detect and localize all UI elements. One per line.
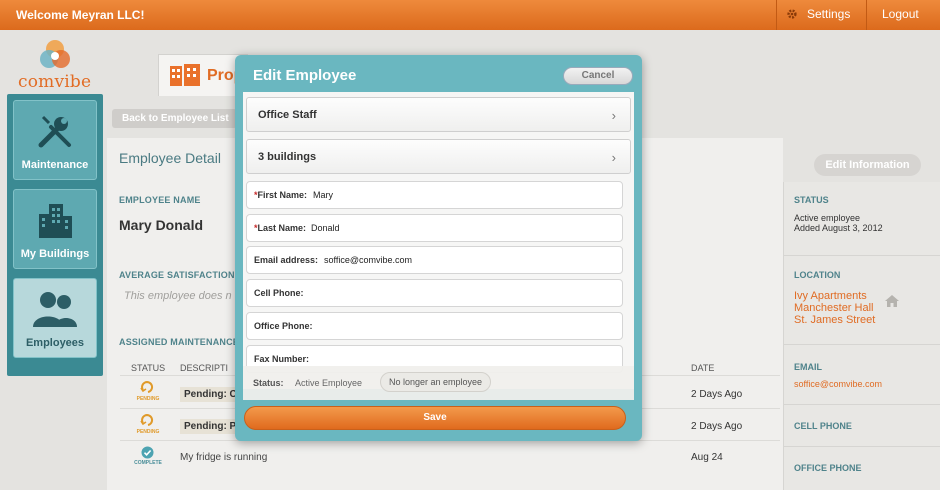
back-to-employee-list-button[interactable]: Back to Employee List bbox=[112, 109, 237, 128]
chevron-right-icon: › bbox=[611, 108, 616, 123]
settings-label: Settings bbox=[807, 7, 851, 21]
column-status: STATUS bbox=[131, 363, 166, 373]
logo-mark-icon bbox=[40, 40, 70, 68]
employee-name: Mary Donald bbox=[119, 217, 204, 233]
location-label: LOCATION bbox=[794, 270, 841, 280]
pending-icon bbox=[140, 414, 154, 426]
table-row-date: Aug 24 bbox=[691, 452, 723, 463]
settings-link[interactable]: Settings bbox=[786, 7, 850, 21]
complete-check-icon bbox=[141, 446, 154, 459]
last-name-field[interactable]: *Last Name: Donald bbox=[246, 214, 623, 242]
page-title: Employee Detail bbox=[119, 150, 221, 166]
buildings-selector[interactable]: 3 buildings › bbox=[246, 139, 631, 174]
sidebar-item-employees[interactable]: Employees bbox=[13, 278, 97, 358]
edit-employee-modal: Edit Employee Cancel Office Staff › 3 bu… bbox=[235, 55, 642, 441]
sidebar-item-label: Employees bbox=[25, 337, 85, 349]
status-value: Active Employee bbox=[295, 378, 363, 388]
assigned-maintenance-label: ASSIGNED MAINTENANCE I bbox=[119, 337, 245, 347]
role-value: Office Staff bbox=[258, 109, 317, 121]
email-label: EMAIL bbox=[794, 362, 822, 372]
status-value: Active employee bbox=[794, 213, 861, 223]
table-row-date: 2 Days Ago bbox=[691, 389, 743, 400]
buildings-value: 3 buildings bbox=[258, 151, 317, 163]
email-link[interactable]: soffice@comvibe.com bbox=[794, 379, 882, 389]
save-button[interactable]: Save bbox=[244, 406, 626, 430]
no-longer-employee-button[interactable]: No longer an employee bbox=[380, 372, 492, 392]
location-link[interactable]: Ivy Apartments bbox=[794, 290, 867, 302]
status-badge: PENDING bbox=[136, 396, 160, 402]
sidebar-item-label: Maintenance bbox=[21, 159, 89, 171]
edit-information-button[interactable]: Edit Information bbox=[814, 154, 921, 176]
cell-phone-label: CELL PHONE bbox=[794, 421, 852, 431]
last-name-label: *Last Name: bbox=[254, 223, 307, 233]
gear-icon bbox=[787, 9, 797, 19]
comvibe-logo[interactable]: comvibe bbox=[18, 38, 92, 94]
email-field[interactable]: Email address: soffice@comvibe.com bbox=[246, 246, 623, 274]
logout-link[interactable]: Logout bbox=[882, 7, 919, 21]
office-phone-field[interactable]: Office Phone: bbox=[246, 312, 623, 340]
status-label: Status: bbox=[253, 378, 284, 388]
logo-word: comvibe bbox=[18, 72, 92, 92]
divider bbox=[784, 344, 940, 345]
location-link[interactable]: St. James Street bbox=[794, 314, 875, 326]
cancel-button[interactable]: Cancel bbox=[563, 67, 633, 85]
column-date: DATE bbox=[691, 363, 715, 373]
pending-icon bbox=[140, 381, 154, 393]
location-link[interactable]: Manchester Hall bbox=[794, 302, 873, 314]
modal-title: Edit Employee bbox=[253, 67, 357, 84]
people-icon bbox=[33, 292, 77, 327]
divider bbox=[866, 0, 867, 30]
office-phone-label: Office Phone: bbox=[254, 321, 313, 331]
sidebar-item-my-buildings[interactable]: My Buildings bbox=[13, 189, 97, 269]
wrench-screwdriver-icon bbox=[38, 115, 71, 148]
email-value[interactable]: soffice@comvibe.com bbox=[324, 255, 412, 265]
sidebar: Maintenance My Buildings Employees bbox=[7, 94, 103, 376]
status-bar: Status: Active Employee No longer an emp… bbox=[243, 366, 634, 400]
role-selector[interactable]: Office Staff › bbox=[246, 97, 631, 132]
modal-body: Office Staff › 3 buildings › *First Name… bbox=[243, 92, 634, 389]
divider bbox=[776, 0, 777, 30]
first-name-field[interactable]: *First Name: Mary bbox=[246, 181, 623, 209]
sidebar-item-label: My Buildings bbox=[20, 248, 90, 260]
chevron-right-icon: › bbox=[611, 150, 616, 165]
sidebar-item-maintenance[interactable]: Maintenance bbox=[13, 100, 97, 180]
first-name-label: *First Name: bbox=[254, 190, 308, 200]
average-satisfaction-label: AVERAGE SATISFACTION F bbox=[119, 270, 244, 280]
status-added: Added August 3, 2012 bbox=[794, 223, 883, 233]
status-badge: PENDING bbox=[136, 429, 160, 435]
divider bbox=[784, 404, 940, 405]
cell-phone-label: Cell Phone: bbox=[254, 288, 304, 298]
buildings-icon bbox=[39, 204, 72, 238]
home-icon bbox=[885, 295, 899, 307]
welcome-text: Welcome Meyran LLC! bbox=[16, 8, 145, 22]
office-phone-label: OFFICE PHONE bbox=[794, 463, 862, 473]
email-label: Email address: bbox=[254, 255, 319, 265]
status-badge: COMPLETE bbox=[134, 460, 162, 466]
employee-name-label: EMPLOYEE NAME bbox=[119, 195, 201, 205]
fax-number-label: Fax Number: bbox=[254, 354, 310, 364]
column-description: DESCRIPTI bbox=[180, 363, 229, 373]
status-label: STATUS bbox=[794, 195, 829, 205]
table-row-description[interactable]: My fridge is running bbox=[180, 452, 267, 463]
table-row-date: 2 Days Ago bbox=[691, 421, 743, 432]
divider bbox=[784, 255, 940, 256]
last-name-value[interactable]: Donald bbox=[311, 223, 340, 233]
cell-phone-field[interactable]: Cell Phone: bbox=[246, 279, 623, 307]
first-name-value[interactable]: Mary bbox=[313, 190, 333, 200]
top-bar: Welcome Meyran LLC! Settings Logout bbox=[0, 0, 940, 30]
divider bbox=[784, 446, 940, 447]
building-icon bbox=[170, 64, 200, 86]
satisfaction-text: This employee does n bbox=[124, 290, 232, 302]
